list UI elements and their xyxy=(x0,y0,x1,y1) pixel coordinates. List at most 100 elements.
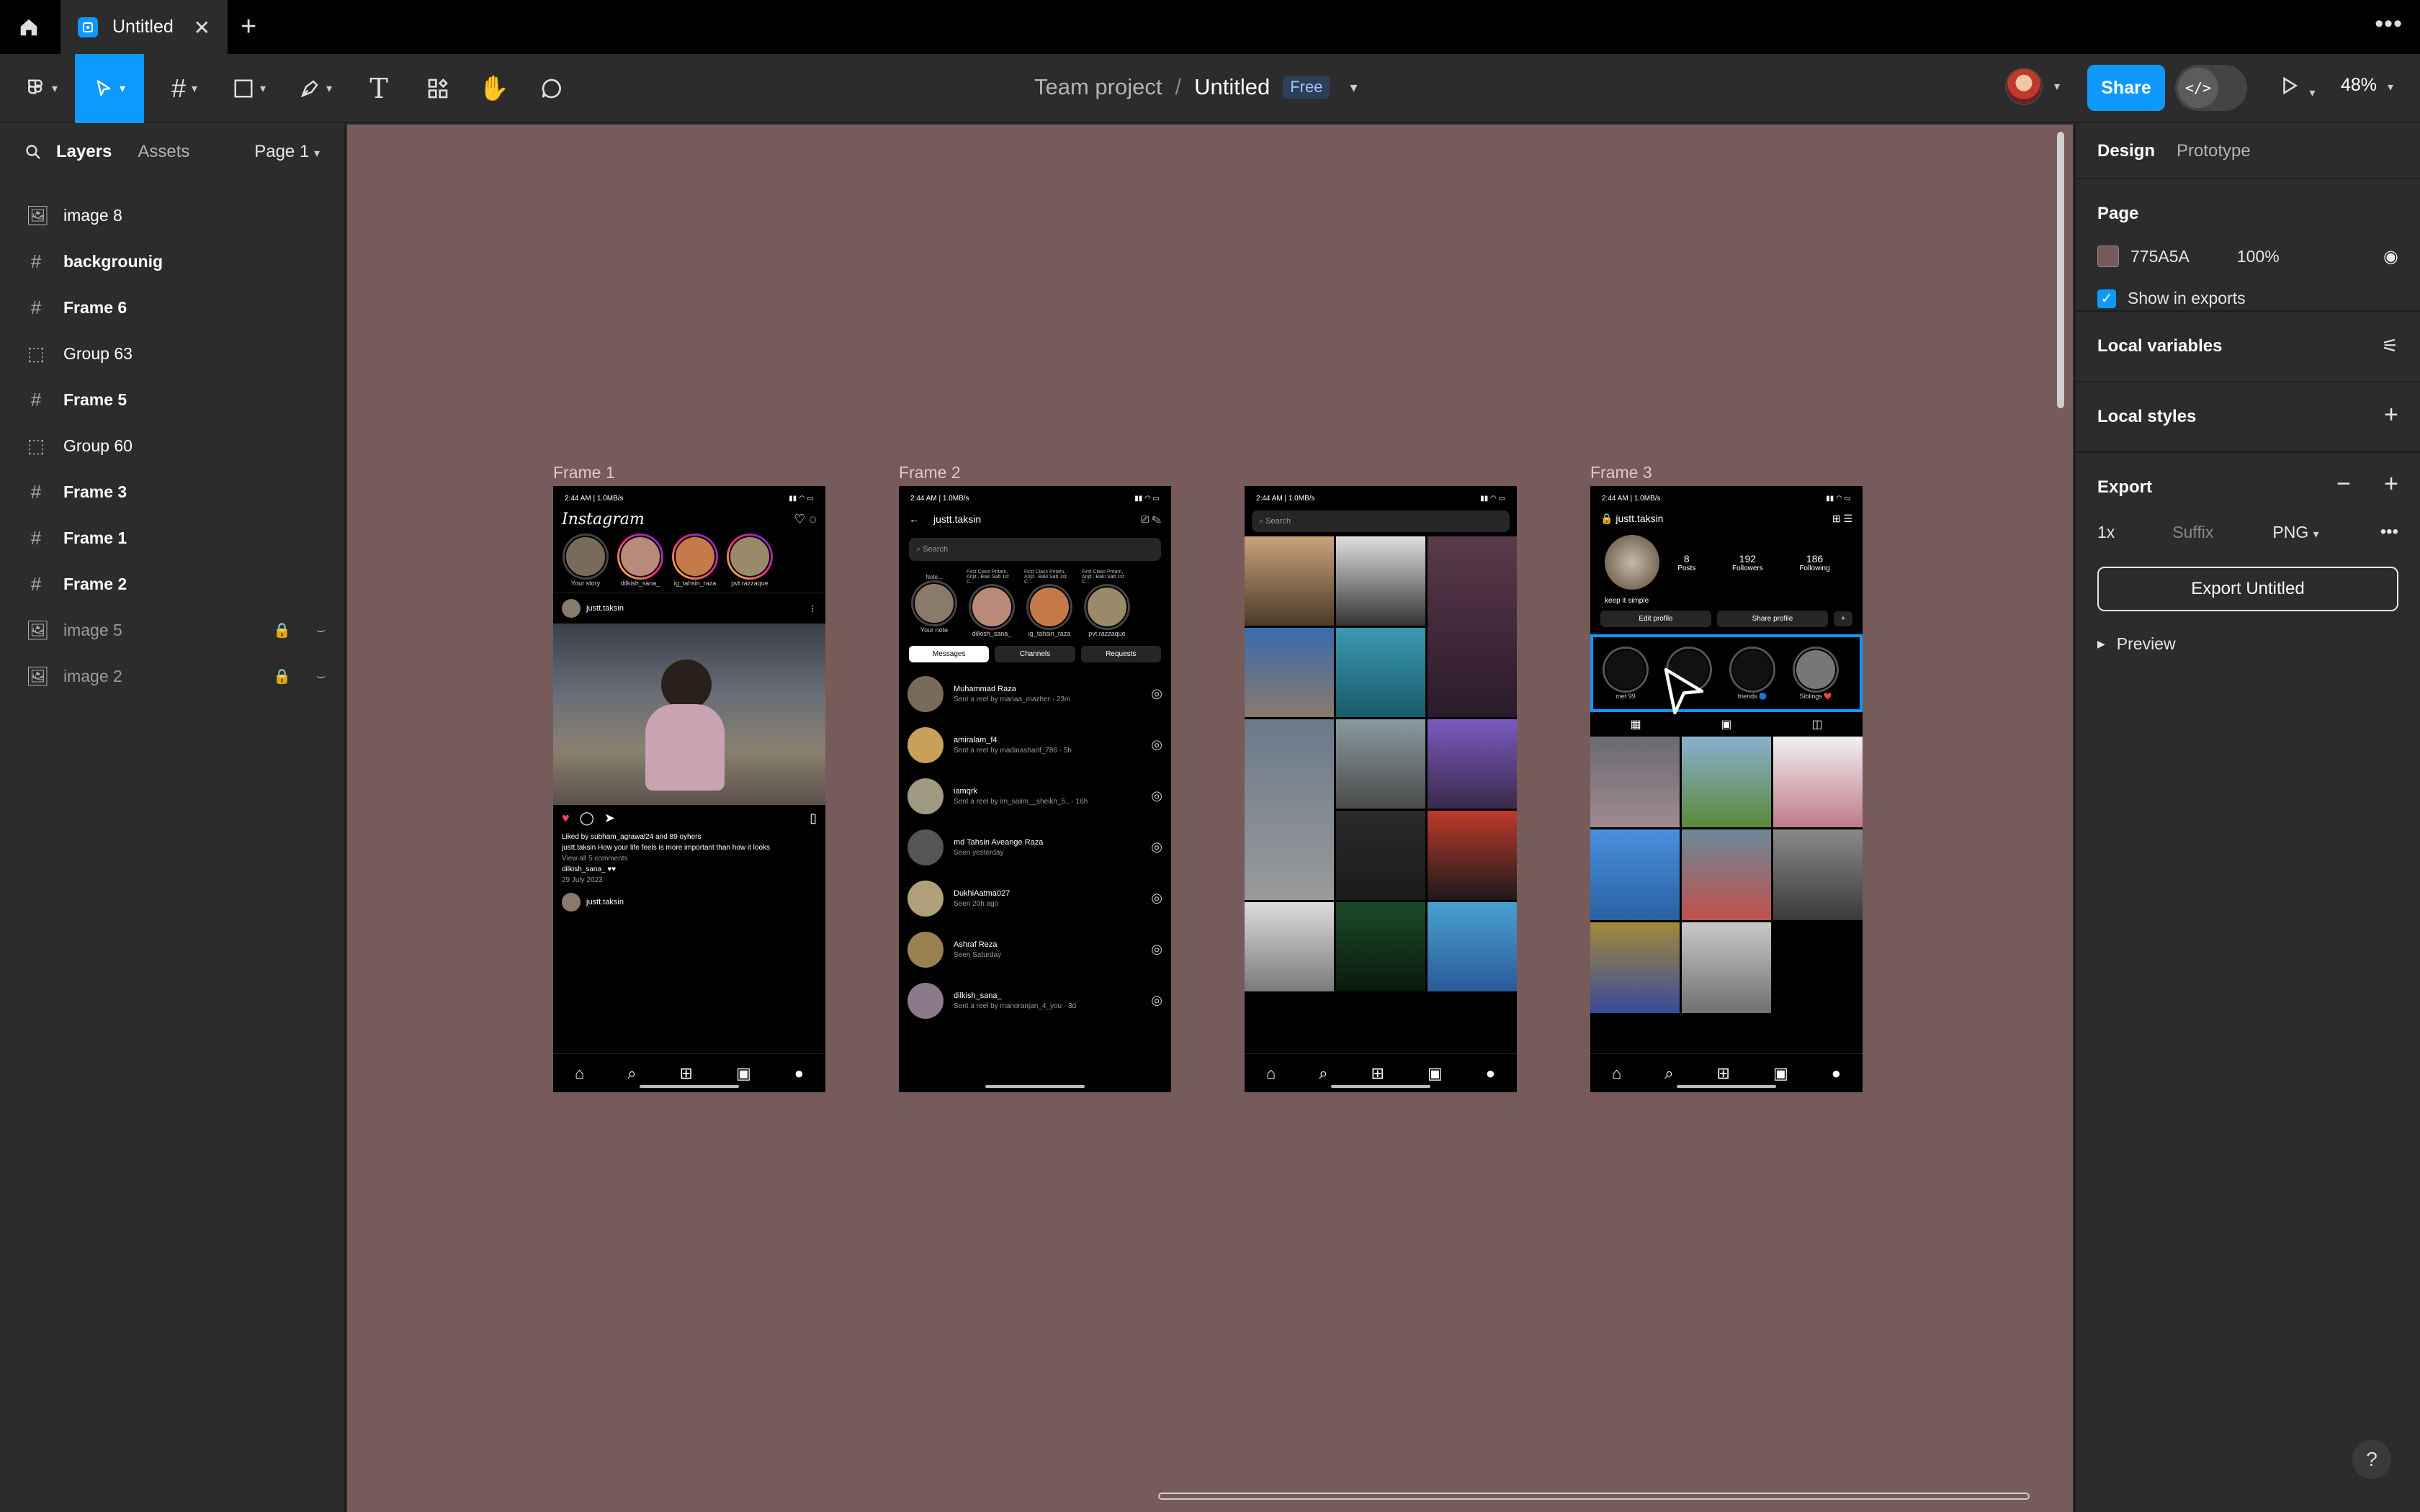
layer-item[interactable]: # backgrounig xyxy=(0,238,344,284)
message-name: md Tahsin Aveange Raza xyxy=(954,837,1044,847)
page-selector[interactable]: Page 1 ▾ xyxy=(254,142,320,162)
explore-search: ⌕ Search xyxy=(1252,510,1510,532)
avatar[interactable] xyxy=(2005,68,2043,105)
message-row: iamqrk Sent a reel by im_saiim__sheikh_5.… xyxy=(899,770,1171,822)
story: dilkish_sana_ xyxy=(615,534,666,587)
layer-name: image 5 xyxy=(63,620,122,639)
profile-header: 8 Posts 192 Followers 186 Following xyxy=(1590,531,1863,594)
zoom-level[interactable]: 48% ▾ xyxy=(2341,75,2393,96)
frame-tool-button[interactable]: # ▾ xyxy=(157,54,212,123)
new-tab-icon[interactable]: + xyxy=(241,12,256,42)
page-name: Page 1 xyxy=(254,142,310,161)
tab-channels: Channels xyxy=(995,646,1075,662)
highlights-row[interactable]: met 99 friends 🔵 Siblings ❤️ xyxy=(1590,634,1863,715)
canvas[interactable]: Frame 1 Frame 2 Frame 3 2:44 AM | 1.0MB/… xyxy=(347,125,2073,1512)
hand-tool-button[interactable]: ✋ xyxy=(472,54,516,123)
frame-1-feed[interactable]: 2:44 AM | 1.0MB/s ▮▮ ◠ ▭ Instagram ♡ ◌ Yo… xyxy=(553,486,825,1092)
tab-design[interactable]: Design xyxy=(2097,141,2155,161)
note-label: Your note xyxy=(920,626,949,634)
lock-icon[interactable]: 🔒 xyxy=(273,667,291,685)
followers-label: Followers xyxy=(1731,564,1763,572)
layers-panel: Layers Assets Page 1 ▾ 🖼 image 8 # backgro… xyxy=(0,125,346,1512)
pen-icon xyxy=(300,80,318,98)
tab-layers[interactable]: Layers xyxy=(56,142,112,162)
variables-icon[interactable]: ⚟ xyxy=(2382,335,2398,357)
main-menu-button[interactable]: ▾ xyxy=(13,54,69,123)
frame-3-profile[interactable]: 2:44 AM | 1.0MB/s ▮▮ ◠ ▭ 🔒 justt.taksin ⊞… xyxy=(1590,486,1863,1092)
chevron-down-icon[interactable]: ▾ xyxy=(2054,79,2060,94)
help-button[interactable]: ? xyxy=(2352,1440,2391,1479)
eye-icon[interactable]: ◉ xyxy=(2383,246,2398,267)
note-label: dilkish_sana_ xyxy=(972,630,1012,637)
vertical-scrollbar[interactable] xyxy=(2057,132,2064,408)
more-options-icon[interactable]: ••• xyxy=(2380,522,2398,542)
layer-item[interactable]: 🖼 image 5 🔒 ⌣ xyxy=(0,607,344,653)
layer-item[interactable]: # Frame 2 xyxy=(0,561,344,607)
team-name[interactable]: Team project xyxy=(1034,74,1162,100)
export-format[interactable]: PNG ▾ xyxy=(2272,523,2318,542)
posts-count: 8 xyxy=(1683,552,1690,564)
file-name[interactable]: Untitled xyxy=(1194,74,1270,100)
preview-toggle[interactable]: ▶ Preview xyxy=(2097,634,2176,654)
signal-icons: ▮▮ ◠ ▭ xyxy=(1826,494,1851,503)
frame-label[interactable]: Frame 2 xyxy=(899,463,961,482)
resources-button[interactable] xyxy=(416,54,460,123)
close-tab-icon[interactable]: ✕ xyxy=(194,16,210,40)
layer-item[interactable]: 🖼 image 2 🔒 ⌣ xyxy=(0,653,344,699)
lock-icon[interactable]: 🔒 xyxy=(273,621,291,639)
page-color-swatch[interactable] xyxy=(2097,246,2119,267)
message-sub: Sent a reel by im_saiim__sheikh_5.. · 16… xyxy=(954,797,1088,806)
profile-post xyxy=(1682,829,1771,920)
more-options-icon[interactable]: ••• xyxy=(2375,10,2403,38)
export-scale[interactable]: 1x xyxy=(2097,523,2115,542)
image-icon: 🖼 xyxy=(26,204,50,226)
horizontal-scrollbar[interactable] xyxy=(1158,1493,2030,1500)
frame-label[interactable]: Frame 3 xyxy=(1590,463,1652,482)
move-tool-button[interactable]: ▾ xyxy=(75,54,144,123)
page-color-hex[interactable]: 775A5A xyxy=(2130,247,2190,266)
search-icon: ⌕ xyxy=(1319,1063,1328,1082)
layer-item[interactable]: ⬚ Group 60 xyxy=(0,423,344,469)
layer-item[interactable]: # Frame 1 xyxy=(0,515,344,561)
layer-name: backgrounig xyxy=(63,251,163,271)
export-button[interactable]: Export Untitled xyxy=(2097,567,2398,611)
layer-item[interactable]: # Frame 3 xyxy=(0,469,344,515)
share-button[interactable]: Share xyxy=(2087,65,2165,111)
story-label: pvt.razzaque xyxy=(731,580,768,587)
code-icon: </> xyxy=(2178,68,2218,108)
followers-count: 192 xyxy=(1739,552,1757,564)
frame-explore[interactable]: 2:44 AM | 1.0MB/s ▮▮ ◠ ▭ ⌕ Search ⌂ ⌕ ⊞ ▣ ● xyxy=(1245,486,1517,1092)
story: Your story xyxy=(560,534,611,587)
page-opacity[interactable]: 100% xyxy=(2237,247,2280,266)
highlight-label: friends 🔵 xyxy=(1737,692,1767,700)
caption: justt.taksin How your life feels is more… xyxy=(562,844,771,852)
present-button[interactable]: ▾ xyxy=(2279,75,2315,100)
frame-label[interactable]: Frame 1 xyxy=(553,463,615,482)
comment-tool-button[interactable] xyxy=(530,54,573,123)
layer-item[interactable]: # Frame 6 xyxy=(0,284,344,330)
tab-assets[interactable]: Assets xyxy=(138,142,189,162)
eye-closed-icon[interactable]: ⌣ xyxy=(316,622,326,639)
shape-tool-button[interactable]: ▾ xyxy=(222,54,277,123)
file-tab[interactable]: Untitled ✕ xyxy=(60,0,228,54)
frame-2-messages[interactable]: 2:44 AM | 1.0MB/s ▮▮ ◠ ▭ ← justt.taksin ⎚… xyxy=(899,486,1171,1092)
message-name: amiralam_f4 xyxy=(954,735,998,744)
show-in-exports-checkbox[interactable]: ✓ xyxy=(2097,289,2116,308)
layer-item[interactable]: 🖼 image 8 xyxy=(0,192,344,238)
text-tool-button[interactable]: T xyxy=(357,54,400,123)
dev-mode-toggle[interactable]: </> xyxy=(2175,65,2247,111)
export-suffix-input[interactable]: Suffix xyxy=(2172,523,2213,542)
eye-closed-icon[interactable]: ⌣ xyxy=(316,668,326,685)
add-export-icon[interactable]: + xyxy=(2384,470,2398,498)
tab-prototype[interactable]: Prototype xyxy=(2177,141,2251,161)
layer-item[interactable]: # Frame 5 xyxy=(0,377,344,423)
remove-export-icon[interactable]: − xyxy=(2336,470,2351,498)
layer-item[interactable]: ⬚ Group 63 xyxy=(0,330,344,377)
search-icon[interactable] xyxy=(24,143,42,161)
add-style-icon[interactable]: + xyxy=(2384,401,2398,429)
home-icon[interactable] xyxy=(0,0,58,54)
pen-tool-button[interactable]: ▾ xyxy=(288,54,343,123)
status-time: 2:44 AM | 1.0MB/s xyxy=(1602,494,1661,503)
chevron-down-icon[interactable]: ▾ xyxy=(1350,78,1357,96)
dm-tabs: Messages Channels Requests xyxy=(899,640,1171,668)
